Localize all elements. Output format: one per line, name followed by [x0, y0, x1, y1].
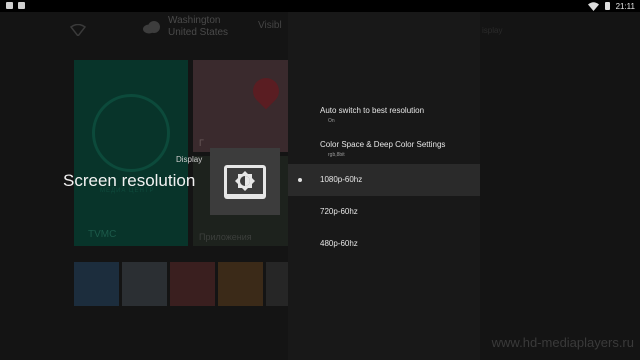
apps-tile-label: Приложения [199, 232, 252, 242]
page-title: Screen resolution [63, 171, 196, 190]
status-bar-notifications [6, 2, 25, 9]
color-space-settings-item[interactable]: Color Space & Deep Color Settings rgb,8b… [288, 134, 480, 166]
resolution-option-720p[interactable]: 720p-60hz [288, 198, 480, 226]
game-app-icon [170, 262, 215, 306]
selected-radio-icon [298, 178, 302, 182]
status-bar-system: 21:11 [587, 0, 635, 12]
resolution-option-label: 720p-60hz [320, 207, 358, 216]
resolution-option-label: 1080p-60hz [320, 175, 363, 184]
visibility-label: Visibl [258, 20, 282, 31]
watermark: www.hd-mediaplayers.ru [491, 335, 634, 350]
auto-switch-title: Auto switch to best resolution [320, 106, 425, 115]
weather-location: Washington United States [168, 15, 228, 39]
resolution-option-1080p[interactable]: 1080p-60hz [288, 164, 480, 196]
resolution-option-480p[interactable]: 480p-60hz [288, 230, 480, 258]
notification-icon [6, 2, 13, 9]
status-bar: 21:11 [0, 0, 640, 12]
clock: 21:11 [615, 1, 635, 11]
brightness-icon [210, 148, 280, 215]
weather-city: Washington [168, 15, 221, 26]
breadcrumb: Display [176, 155, 203, 164]
app-shortcut-row [74, 262, 311, 306]
photo-tile: Г [193, 60, 290, 152]
document-app-icon [122, 262, 167, 306]
auto-switch-summary: On [328, 118, 335, 124]
battery-icon [604, 2, 610, 10]
weather-country: United States [168, 27, 229, 38]
notification-icon [18, 2, 25, 9]
wifi-icon [587, 1, 599, 11]
auto-switch-resolution-item[interactable]: Auto switch to best resolution On [288, 100, 480, 132]
resolution-settings-panel: Auto switch to best resolution On Color … [288, 12, 480, 360]
color-space-summary: rgb,8bit [328, 152, 345, 158]
tvmc-label: TVMC [88, 229, 117, 240]
wifi-icon [70, 24, 86, 36]
android-app-icon [218, 262, 263, 306]
heart-image [247, 72, 285, 110]
video-app-icon [74, 262, 119, 306]
cloud-icon [143, 21, 160, 34]
background-display-label: isplay [482, 26, 503, 35]
resolution-option-label: 480p-60hz [320, 239, 358, 248]
preference-header: Display Screen resolution [0, 145, 288, 215]
color-space-title: Color Space & Deep Color Settings [320, 140, 446, 149]
